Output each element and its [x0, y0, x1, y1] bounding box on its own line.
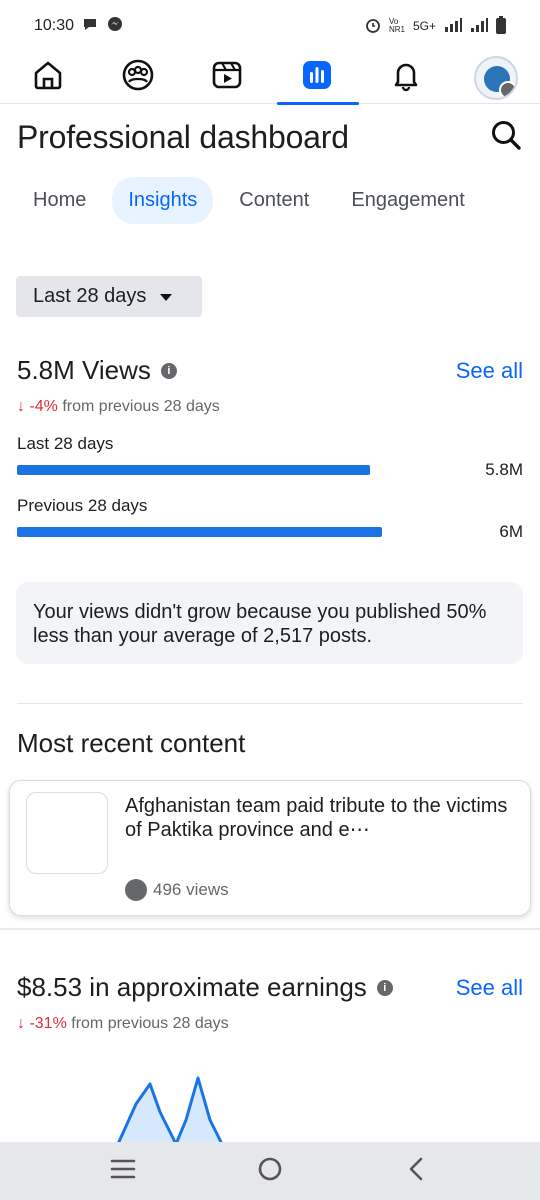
- caret-down-icon: [160, 285, 173, 308]
- section-divider: [17, 703, 523, 704]
- info-icon[interactable]: i: [160, 362, 177, 379]
- down-arrow-icon: ↓: [17, 1015, 25, 1032]
- earnings-chart: [116, 1076, 224, 1144]
- tab-content[interactable]: Content: [223, 177, 325, 224]
- menu-badge-icon: [498, 80, 516, 98]
- recent-content-heading: Most recent content: [17, 728, 246, 758]
- content-views: 496 views: [125, 879, 229, 901]
- chat-bubble-icon: [82, 16, 98, 37]
- views-see-all-link[interactable]: See all: [456, 358, 523, 384]
- bar-track-current: [17, 465, 457, 475]
- home-button-icon[interactable]: [256, 1155, 284, 1188]
- earnings-title: $8.53 in approximate earnings: [17, 972, 367, 1002]
- bar-label-current: Last 28 days: [17, 434, 114, 453]
- nav-groups[interactable]: [114, 54, 162, 102]
- page-title: Professional dashboard: [17, 118, 349, 155]
- bar-value-previous: 6M: [499, 522, 523, 541]
- nav-home[interactable]: [24, 54, 72, 102]
- status-bar: 10:30 Vo NR1 5G+: [0, 0, 540, 52]
- views-delta-text: from previous 28 days: [57, 398, 220, 415]
- content-title: Afghanistan team paid tribute to the vic…: [125, 795, 508, 841]
- recent-content-card[interactable]: Afghanistan team paid tribute to the vic…: [9, 780, 531, 916]
- views-delta-value: -4%: [29, 398, 58, 415]
- views-insight-card: Your views didn't grow because you publi…: [16, 582, 523, 664]
- reels-icon: [210, 58, 244, 97]
- bar-label-previous: Previous 28 days: [17, 496, 148, 515]
- nav-reels[interactable]: [203, 54, 251, 102]
- earnings-heading: $8.53 in approximate earnings i: [17, 972, 393, 1003]
- volte-label: Vo NR1: [388, 17, 405, 34]
- bar-group-current: Last 28 days 5.8M: [17, 434, 523, 480]
- dashboard-tabs: Home Insights Content Engagement: [17, 177, 481, 224]
- dashboard-icon: [300, 58, 334, 97]
- notifications-icon: [389, 58, 423, 97]
- search-icon[interactable]: [489, 118, 523, 157]
- earnings-delta: ↓ -31% from previous 28 days: [17, 1015, 523, 1033]
- date-range-dropdown[interactable]: Last 28 days: [16, 276, 202, 317]
- alarm-icon: [365, 17, 381, 36]
- views-icon: [125, 879, 147, 901]
- bar-track-previous: [17, 527, 457, 537]
- content-views-text: 496 views: [153, 880, 229, 899]
- down-arrow-icon: ↓: [17, 398, 25, 415]
- home-icon: [31, 58, 65, 97]
- views-heading: 5.8M Views i: [17, 355, 177, 386]
- earnings-see-all-link[interactable]: See all: [456, 975, 523, 1001]
- earnings-delta-value: -31%: [29, 1015, 67, 1032]
- status-right: Vo NR1 5G+: [365, 15, 506, 37]
- avatar: [473, 55, 518, 100]
- signal-icon: [444, 17, 462, 35]
- top-navigation: [0, 52, 540, 105]
- bar-current: [17, 465, 371, 475]
- date-range-label: Last 28 days: [33, 285, 147, 307]
- earnings-section: $8.53 in approximate earnings i See all …: [17, 972, 523, 1033]
- battery-icon: [496, 15, 506, 37]
- status-left: 10:30: [34, 15, 124, 38]
- nav-dashboard[interactable]: [276, 54, 359, 105]
- system-navigation-bar: [0, 1142, 540, 1200]
- nav-notifications[interactable]: [382, 54, 430, 102]
- tab-home[interactable]: Home: [17, 177, 102, 224]
- views-title: 5.8M Views: [17, 355, 151, 385]
- groups-icon: [121, 58, 155, 97]
- signal-icon-2: [470, 17, 488, 35]
- nav-profile[interactable]: [472, 54, 520, 102]
- bar-value-current: 5.8M: [485, 460, 523, 479]
- bar-previous: [17, 527, 383, 537]
- views-delta: ↓ -4% from previous 28 days: [17, 398, 523, 416]
- recent-apps-icon[interactable]: [109, 1157, 137, 1186]
- back-icon[interactable]: [403, 1155, 431, 1188]
- tab-engagement[interactable]: Engagement: [335, 177, 480, 224]
- views-section: 5.8M Views i See all ↓ -4% from previous…: [17, 355, 523, 542]
- content-thumbnail: [26, 792, 108, 874]
- status-time: 10:30: [34, 17, 75, 34]
- bar-group-previous: Previous 28 days 6M: [17, 496, 523, 542]
- network-label: 5G+: [412, 19, 436, 33]
- section-divider-thick: [0, 928, 540, 930]
- tab-insights[interactable]: Insights: [112, 177, 214, 224]
- page-header: Professional dashboard: [17, 114, 523, 160]
- messenger-icon: [106, 15, 124, 38]
- info-icon[interactable]: i: [376, 979, 393, 996]
- earnings-delta-text: from previous 28 days: [66, 1015, 229, 1032]
